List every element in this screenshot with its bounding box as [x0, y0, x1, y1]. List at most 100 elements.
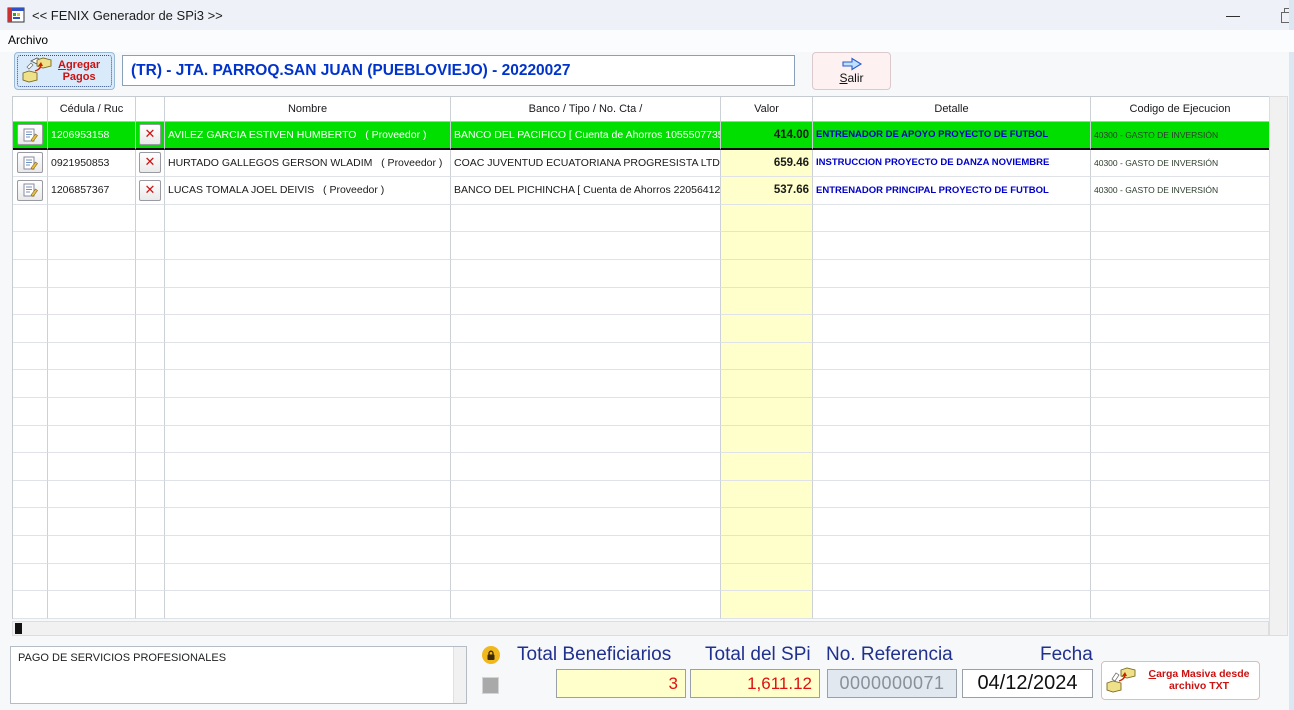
exit-label: Salir: [839, 71, 863, 85]
row-delete-button[interactable]: ✕: [139, 180, 161, 201]
empty-cell: [136, 564, 165, 592]
row-edit-button[interactable]: [17, 180, 43, 201]
gray-checkbox[interactable]: [482, 677, 499, 694]
row-cell-nombre[interactable]: HURTADO GALLEGOS GERSON WLADIM ( Proveed…: [165, 150, 451, 178]
row-cell-codigo[interactable]: 40300 - GASTO DE INVERSIÓN: [1091, 177, 1270, 205]
empty-cell: [451, 288, 721, 316]
grid-horizontal-scrollbar-thumb[interactable]: [15, 623, 22, 634]
grid-horizontal-scrollbar[interactable]: [12, 621, 1269, 636]
empty-cell: [13, 260, 48, 288]
add-payments-label: Agregar Pagos: [58, 59, 100, 83]
row-cell-cedula[interactable]: 0921950853: [48, 150, 136, 178]
empty-cell: [165, 205, 451, 233]
empty-cell: [1091, 453, 1270, 481]
row-cell-nombre[interactable]: AVILEZ GARCIA ESTIVEN HUMBERTO ( Proveed…: [165, 122, 451, 150]
empty-cell: [165, 370, 451, 398]
column-header-blank: [136, 97, 165, 122]
empty-cell: [451, 260, 721, 288]
empty-cell: [721, 536, 813, 564]
row-cell-banco[interactable]: BANCO DEL PICHINCHA [ Cuenta de Ahorros …: [451, 177, 721, 205]
empty-cell: [451, 343, 721, 371]
empty-cell: [1091, 398, 1270, 426]
total-beneficiarios-value: 3: [556, 669, 686, 698]
empty-cell: [48, 564, 136, 592]
row-delete-button[interactable]: ✕: [139, 124, 161, 145]
empty-cell: [48, 370, 136, 398]
window-edge: [1289, 0, 1294, 710]
empty-cell: [721, 205, 813, 233]
empty-cell: [165, 508, 451, 536]
empty-cell: [451, 232, 721, 260]
empty-cell: [136, 370, 165, 398]
empty-cell: [451, 453, 721, 481]
row-cell-detalle[interactable]: ENTRENADOR PRINCIPAL PROYECTO DE FUTBOL: [813, 177, 1091, 205]
row-cell-banco[interactable]: COAC JUVENTUD ECUATORIANA PROGRESISTA LT…: [451, 150, 721, 178]
row-cell-detalle[interactable]: INSTRUCCION PROYECTO DE DANZA NOVIEMBRE: [813, 150, 1091, 178]
empty-cell: [451, 398, 721, 426]
payment-concept-textarea[interactable]: PAGO DE SERVICIOS PROFESIONALES: [10, 646, 467, 704]
empty-cell: [13, 453, 48, 481]
empty-cell: [48, 343, 136, 371]
empty-cell: [451, 564, 721, 592]
empty-cell: [165, 564, 451, 592]
empty-cell: [813, 343, 1091, 371]
exit-button[interactable]: Salir: [812, 52, 891, 90]
empty-cell: [48, 591, 136, 619]
minimize-button[interactable]: —: [1210, 0, 1256, 30]
empty-cell: [136, 288, 165, 316]
row-cell-codigo[interactable]: 40300 - GASTO DE INVERSIÓN: [1091, 122, 1270, 150]
empty-cell: [721, 453, 813, 481]
empty-cell: [813, 508, 1091, 536]
empty-cell: [136, 260, 165, 288]
empty-cell: [13, 232, 48, 260]
empty-cell: [165, 343, 451, 371]
lock-icon[interactable]: [482, 646, 500, 664]
row-edit-button[interactable]: [17, 124, 43, 145]
row-cell-codigo[interactable]: 40300 - GASTO DE INVERSIÓN: [1091, 150, 1270, 178]
row-cell-banco[interactable]: BANCO DEL PACIFICO [ Cuenta de Ahorros 1…: [451, 122, 721, 150]
empty-cell: [813, 205, 1091, 233]
entity-title-field[interactable]: (TR) - JTA. PARROQ.SAN JUAN (PUEBLOVIEJO…: [122, 55, 795, 86]
empty-cell: [813, 481, 1091, 509]
empty-cell: [13, 564, 48, 592]
menu-archivo[interactable]: Archivo: [8, 33, 48, 47]
row-delete-button[interactable]: ✕: [139, 152, 161, 173]
row-cell-detalle[interactable]: ENTRENADOR DE APOYO PROYECTO DE FUTBOL: [813, 122, 1091, 150]
empty-cell: [48, 453, 136, 481]
empty-cell: [1091, 591, 1270, 619]
total-spi-value: 1,611.12: [690, 669, 820, 698]
row-cell-cedula[interactable]: 1206953158: [48, 122, 136, 150]
fecha-input[interactable]: 04/12/2024: [962, 669, 1093, 698]
row-cell-nombre[interactable]: LUCAS TOMALA JOEL DEIVIS ( Proveedor ): [165, 177, 451, 205]
empty-cell: [721, 288, 813, 316]
empty-cell: [813, 426, 1091, 454]
empty-cell: [813, 288, 1091, 316]
bulk-load-button[interactable]: Carga Masiva desde archivo TXT: [1101, 661, 1260, 700]
empty-cell: [1091, 481, 1270, 509]
empty-cell: [13, 481, 48, 509]
empty-cell: [1091, 343, 1270, 371]
total-spi-label: Total del SPi: [705, 644, 811, 666]
grid-vertical-scrollbar[interactable]: [1269, 96, 1288, 636]
row-cell-valor[interactable]: 537.66: [721, 177, 813, 205]
row-cell-edit: [13, 150, 48, 178]
empty-cell: [165, 481, 451, 509]
app-icon: [7, 6, 25, 24]
row-edit-button[interactable]: [17, 152, 43, 173]
empty-cell: [13, 536, 48, 564]
empty-cell: [165, 453, 451, 481]
concept-scrollbar[interactable]: [453, 647, 466, 703]
payments-grid: Cédula / RucNombreBanco / Tipo / No. Cta…: [12, 96, 1269, 619]
empty-cell: [136, 591, 165, 619]
row-cell-valor[interactable]: 414.00: [721, 122, 813, 150]
empty-cell: [721, 564, 813, 592]
empty-cell: [48, 232, 136, 260]
row-cell-delete: ✕: [136, 177, 165, 205]
column-header-blank: [13, 97, 48, 122]
empty-cell: [451, 481, 721, 509]
row-cell-cedula[interactable]: 1206857367: [48, 177, 136, 205]
empty-cell: [136, 481, 165, 509]
row-cell-valor[interactable]: 659.46: [721, 150, 813, 178]
empty-cell: [48, 205, 136, 233]
add-payments-button[interactable]: Agregar Pagos: [14, 52, 115, 90]
